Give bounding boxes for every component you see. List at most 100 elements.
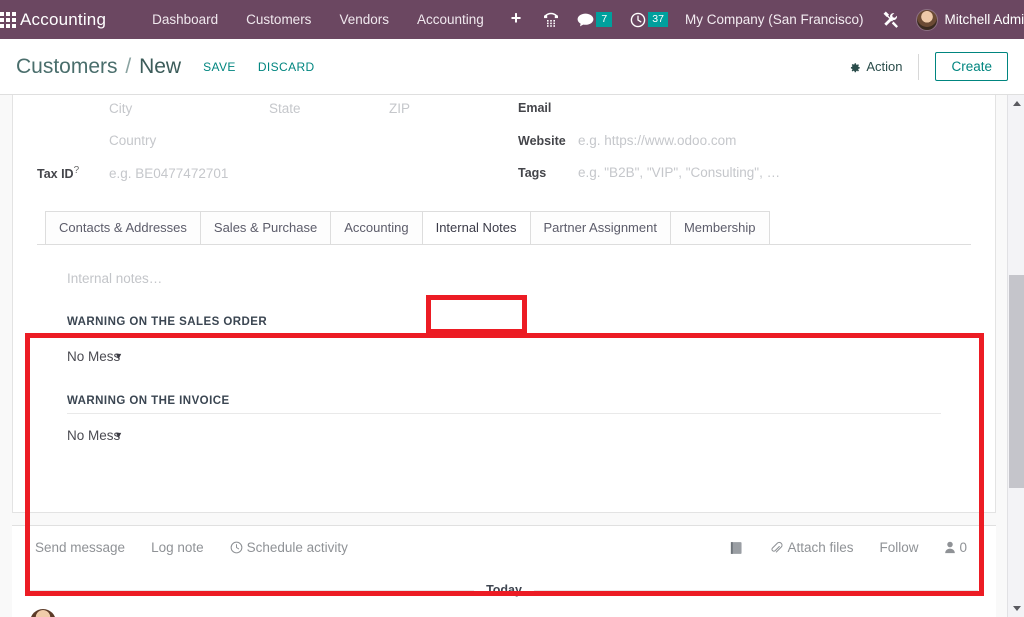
avatar xyxy=(915,8,938,31)
tools-icon[interactable] xyxy=(874,0,910,39)
chatter-toolbar: Send message Log note Schedule activity xyxy=(12,526,996,567)
attach-files-button[interactable]: Attach files xyxy=(757,540,866,555)
invoice-warning-title: WARNING ON THE INVOICE xyxy=(67,395,941,414)
today-separator: Today xyxy=(12,567,996,601)
user-menu[interactable]: Mitchell Admin xyxy=(910,8,1024,31)
address-city-state-zip-row: City State ZIP xyxy=(37,101,492,126)
chevron-down-icon: ▼ xyxy=(114,430,123,440)
menu-dashboard[interactable]: Dashboard xyxy=(138,0,232,39)
schedule-activity-button[interactable]: Schedule activity xyxy=(217,540,361,555)
breadcrumb-current: New xyxy=(139,54,182,78)
paperclip-icon xyxy=(771,541,783,553)
tab-sales-purchase[interactable]: Sales & Purchase xyxy=(199,211,332,244)
user-icon xyxy=(945,541,956,554)
city-input[interactable]: City xyxy=(109,101,269,116)
tax-id-input[interactable]: e.g. BE0477472701 xyxy=(109,166,228,181)
tools-icon-glyph xyxy=(883,11,898,28)
website-row: Website e.g. https://www.odoo.com xyxy=(518,133,971,158)
gear-icon xyxy=(851,63,861,73)
dialpad-icon[interactable] xyxy=(534,0,568,39)
form-sheet: City State ZIP Country Tax ID? e.g. BE04… xyxy=(12,95,996,513)
address-line: City State ZIP xyxy=(109,101,479,116)
action-menu-button[interactable]: Action xyxy=(848,53,920,80)
apps-grid-icon[interactable] xyxy=(0,0,16,39)
messages-menu[interactable]: 7 xyxy=(568,0,621,39)
breadcrumb: Customers / New xyxy=(16,55,181,79)
log-note-button[interactable]: Log note xyxy=(138,540,217,555)
tab-partner-assignment[interactable]: Partner Assignment xyxy=(529,211,671,244)
tax-id-label: Tax ID? xyxy=(37,165,109,181)
tab-accounting[interactable]: Accounting xyxy=(330,211,423,244)
tab-contacts-addresses[interactable]: Contacts & Addresses xyxy=(45,211,201,244)
internal-notes-textarea[interactable]: Internal notes… xyxy=(67,271,941,316)
menu-accounting[interactable]: Accounting xyxy=(403,0,498,39)
website-input[interactable]: e.g. https://www.odoo.com xyxy=(578,133,736,148)
sales-order-warning-group: WARNING ON THE SALES ORDER No Mess ▼ xyxy=(67,316,941,369)
today-line-right xyxy=(533,589,979,591)
tags-input[interactable]: e.g. "B2B", "VIP", "Consulting", … xyxy=(578,165,780,180)
book-icon-glyph xyxy=(731,541,742,554)
tax-id-help-icon[interactable]: ? xyxy=(74,165,80,176)
chatter-right-tools: Attach files Follow 0 xyxy=(716,540,980,555)
save-button[interactable]: SAVE xyxy=(203,60,236,74)
chatter: Send message Log note Schedule activity xyxy=(12,525,996,617)
form-right-column: Email Website e.g. https://www.odoo.com … xyxy=(492,99,971,197)
company-switcher[interactable]: My Company (San Francisco) xyxy=(677,12,874,27)
action-label: Action xyxy=(866,59,903,74)
address-country-row: Country xyxy=(37,133,492,158)
breadcrumb-root[interactable]: Customers xyxy=(16,55,118,78)
notebook: Contacts & Addresses Sales & Purchase Ac… xyxy=(13,207,995,500)
messages-count-badge: 7 xyxy=(596,12,613,27)
chevron-down-icon: ▼ xyxy=(114,351,123,361)
scroll-down-arrow-glyph xyxy=(1012,606,1021,611)
followers-button[interactable]: 0 xyxy=(931,540,980,555)
form-left-column: City State ZIP Country Tax ID? e.g. BE04… xyxy=(37,99,492,197)
vertical-scrollbar[interactable] xyxy=(1007,95,1024,617)
today-line-left xyxy=(30,589,475,591)
scroll-up-arrow-glyph xyxy=(1012,101,1021,106)
followers-count: 0 xyxy=(959,540,967,555)
tab-internal-notes[interactable]: Internal Notes xyxy=(421,211,531,244)
form-top-fields: City State ZIP Country Tax ID? e.g. BE04… xyxy=(13,95,995,207)
scroll-down-arrow[interactable] xyxy=(1008,600,1024,617)
clock-icon xyxy=(230,541,243,554)
notebook-tablist: Contacts & Addresses Sales & Purchase Ac… xyxy=(37,211,971,245)
chatter-message: Mitchell Admin xyxy=(12,601,996,617)
tags-row: Tags e.g. "B2B", "VIP", "Consulting", … xyxy=(518,165,971,190)
scroll-up-arrow[interactable] xyxy=(1008,95,1024,112)
activities-count-badge: 37 xyxy=(648,12,668,27)
avatar xyxy=(30,609,56,617)
state-input[interactable]: State xyxy=(269,101,389,116)
book-icon[interactable] xyxy=(716,541,757,555)
invoice-warning-group: WARNING ON THE INVOICE No Mess ▼ xyxy=(67,395,941,448)
sales-order-warning-select[interactable]: No Mess ▼ xyxy=(67,339,123,364)
create-button[interactable]: Create xyxy=(935,52,1008,81)
invoice-warning-select[interactable]: No Mess ▼ xyxy=(67,418,123,443)
internal-notes-panel: Internal notes… WARNING ON THE SALES ORD… xyxy=(37,245,971,500)
tax-id-label-text: Tax ID xyxy=(37,167,74,182)
breadcrumb-separator: / xyxy=(125,54,132,78)
apps-grid-glyph xyxy=(0,11,16,28)
invoice-warning-value: No Mess xyxy=(67,428,121,443)
tab-membership[interactable]: Membership xyxy=(669,211,770,244)
email-row: Email xyxy=(518,101,971,126)
country-input[interactable]: Country xyxy=(109,133,156,148)
menu-add-icon[interactable]: + xyxy=(498,0,535,39)
tax-id-row: Tax ID? e.g. BE0477472701 xyxy=(37,165,492,190)
menu-vendors[interactable]: Vendors xyxy=(325,0,403,39)
sales-order-warning-title: WARNING ON THE SALES ORDER xyxy=(67,316,941,335)
follow-button[interactable]: Follow xyxy=(866,540,931,555)
app-brand-title[interactable]: Accounting xyxy=(16,10,110,30)
control-panel-right: Action Create xyxy=(848,52,1008,81)
send-message-button[interactable]: Send message xyxy=(22,540,138,555)
zip-input[interactable]: ZIP xyxy=(389,101,479,116)
menu-customers[interactable]: Customers xyxy=(232,0,325,39)
attach-files-label: Attach files xyxy=(787,540,854,555)
today-label: Today xyxy=(486,583,522,597)
scroll-thumb[interactable] xyxy=(1009,275,1024,488)
activities-menu[interactable]: 37 xyxy=(621,0,677,39)
email-label: Email xyxy=(518,101,552,115)
discard-button[interactable]: DISCARD xyxy=(258,60,315,74)
control-panel: Customers / New SAVE DISCARD Action Crea… xyxy=(0,39,1024,95)
page-body: City State ZIP Country Tax ID? e.g. BE04… xyxy=(0,95,1024,617)
